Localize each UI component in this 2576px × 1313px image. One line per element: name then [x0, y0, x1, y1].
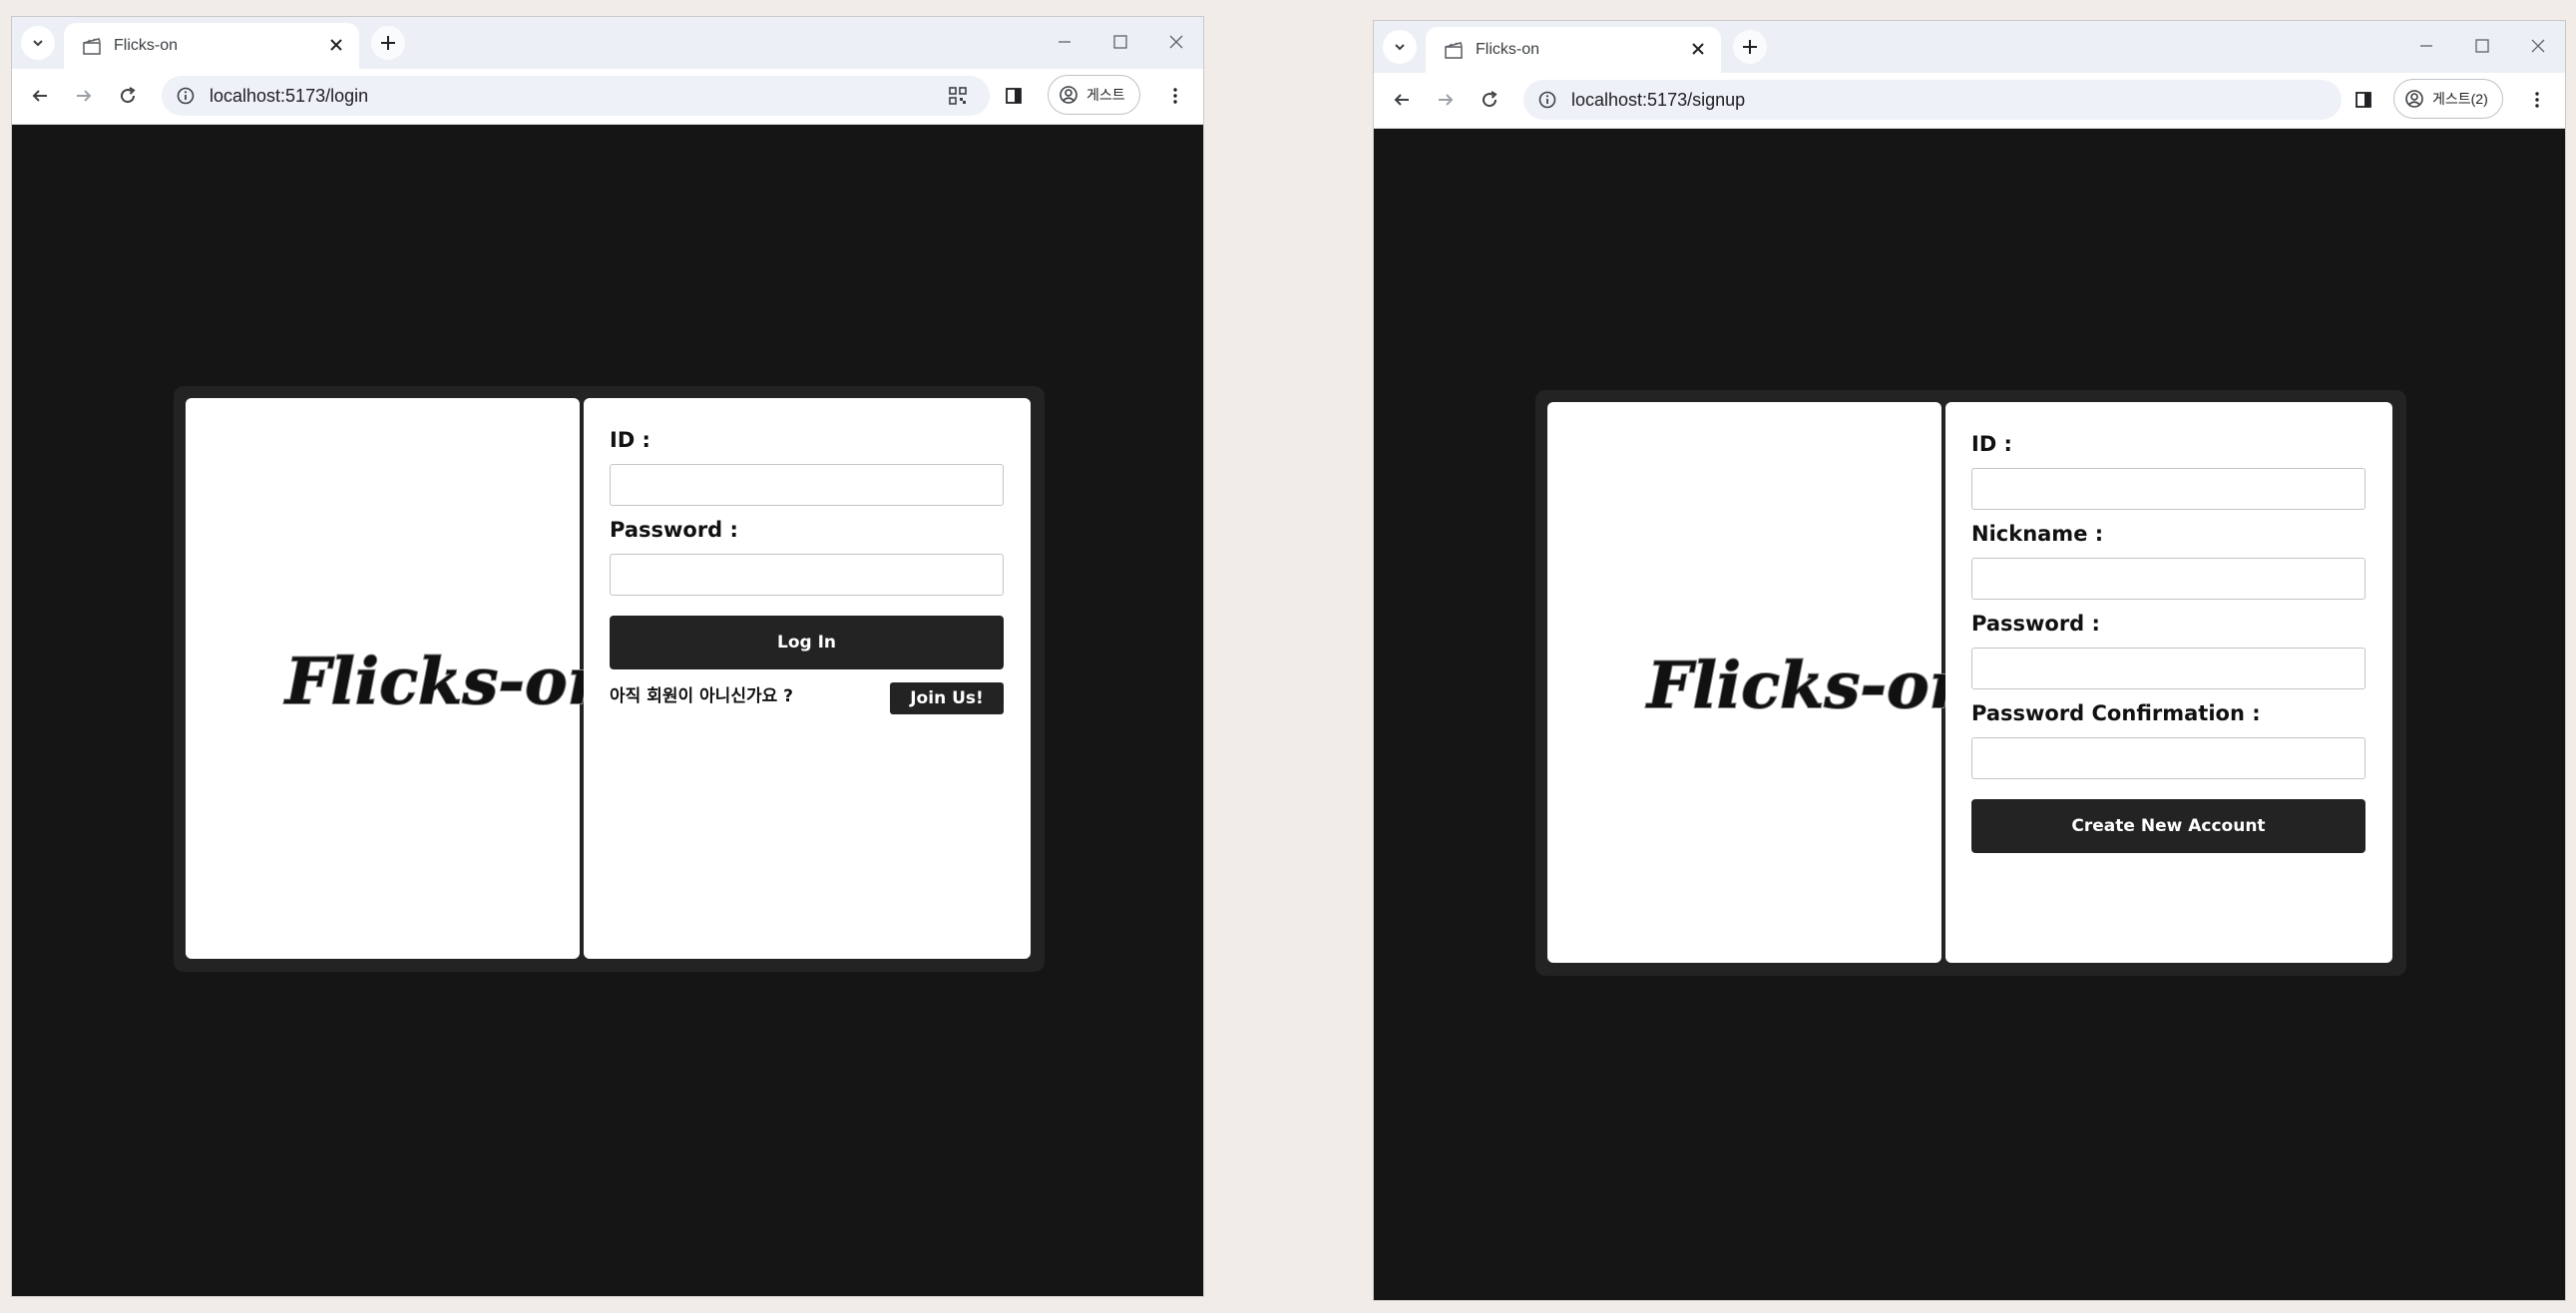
reload-icon: [121, 87, 136, 104]
id-label: ID :: [1971, 432, 2012, 456]
login-form-panel: ID : Password : Log In 아직 회원이 아니신가요 ? Jo…: [584, 398, 1031, 959]
new-tab-button[interactable]: [371, 26, 405, 60]
password-confirm-input[interactable]: [1971, 737, 2365, 779]
toolbar: localhost:5173/login 게스트: [12, 69, 1203, 125]
clapperboard-icon: [1445, 42, 1463, 59]
reload-button[interactable]: [1476, 86, 1503, 114]
password-input[interactable]: [1971, 648, 2365, 689]
menu-button[interactable]: [2523, 86, 2551, 114]
login-button[interactable]: Log In: [610, 616, 1004, 669]
tab-title: Flicks-on: [114, 37, 179, 54]
password-confirm-label: Password Confirmation :: [1971, 701, 2261, 725]
close-icon[interactable]: [325, 34, 347, 56]
back-icon: [1394, 94, 1409, 106]
address-bar[interactable]: localhost:5173/login: [162, 76, 990, 116]
join-button[interactable]: Join Us!: [890, 682, 1004, 714]
login-card: Flicks-on ID : Password : Log In 아직 회원이 …: [174, 386, 1045, 972]
brand-logo: Flicks-on: [1547, 402, 1976, 963]
id-input[interactable]: [610, 464, 1004, 506]
kebab-menu-icon: [2535, 92, 2539, 108]
back-icon: [32, 90, 47, 102]
signup-prompt: 아직 회원이 아니신가요 ?: [610, 686, 794, 706]
forward-button[interactable]: [1432, 86, 1460, 114]
qr-button[interactable]: [944, 82, 972, 110]
address-bar[interactable]: localhost:5173/signup: [1523, 80, 2342, 120]
clapperboard-icon: [83, 38, 101, 55]
profile-button[interactable]: 게스트: [1048, 75, 1140, 115]
forward-button[interactable]: [70, 82, 98, 110]
side-panel-icon: [1006, 88, 1022, 104]
signup-form-panel: ID : Nickname : Password : Password Conf…: [1945, 402, 2392, 963]
logo-panel: Flicks-on: [186, 398, 615, 959]
profile-label: 게스트(2): [2432, 91, 2488, 107]
kebab-menu-icon: [1173, 88, 1177, 104]
new-tab-button[interactable]: [1733, 30, 1767, 64]
url-text: localhost:5173/login: [210, 86, 369, 106]
create-account-button[interactable]: Create New Account: [1971, 799, 2365, 853]
side-panel-button[interactable]: [2350, 86, 2377, 114]
tab-flicks-on[interactable]: Flicks-on: [1426, 27, 1721, 73]
logo-panel: Flicks-on: [1547, 402, 1976, 963]
tab-title: Flicks-on: [1476, 41, 1540, 58]
logo-text: Flicks-on: [1645, 649, 1975, 723]
browser-window-signup: Flicks-on localhost:5173/signup 게스트(2) F…: [1373, 20, 2566, 1301]
toolbar: localhost:5173/signup 게스트(2): [1374, 73, 2565, 129]
maximize-icon[interactable]: [2471, 35, 2493, 57]
profile-icon: [2405, 90, 2423, 108]
nickname-input[interactable]: [1971, 558, 2365, 600]
close-icon[interactable]: [1687, 38, 1709, 60]
tab-flicks-on[interactable]: Flicks-on: [64, 23, 359, 69]
side-panel-icon: [2356, 92, 2371, 108]
browser-window-login: Flicks-on localhost:5173/login 게스트 Flick…: [11, 16, 1204, 1297]
close-window-icon[interactable]: [2527, 35, 2549, 57]
page-content: Flicks-on ID : Password : Log In 아직 회원이 …: [12, 125, 1203, 1296]
tab-search-button[interactable]: [21, 26, 55, 60]
tab-strip: Flicks-on: [1374, 21, 2565, 73]
plus-icon: [381, 36, 395, 50]
forward-icon: [1439, 94, 1454, 106]
minimize-icon[interactable]: [1054, 31, 1075, 53]
id-input[interactable]: [1971, 468, 2365, 510]
logo-text: Flicks-on: [283, 645, 614, 719]
profile-label: 게스트: [1086, 87, 1125, 103]
minimize-icon[interactable]: [2415, 35, 2437, 57]
plus-icon: [1743, 40, 1757, 54]
password-label: Password :: [1971, 612, 2100, 636]
tab-search-icon: [1395, 44, 1405, 51]
profile-button[interactable]: 게스트(2): [2393, 79, 2503, 119]
signup-card: Flicks-on ID : Nickname : Password : Pas…: [1535, 390, 2406, 976]
id-label: ID :: [610, 428, 650, 452]
page-content: Flicks-on ID : Nickname : Password : Pas…: [1374, 129, 2565, 1300]
info-icon[interactable]: [176, 86, 196, 106]
tab-strip: Flicks-on: [12, 17, 1203, 69]
back-button[interactable]: [1388, 86, 1416, 114]
password-input[interactable]: [610, 554, 1004, 596]
reload-button[interactable]: [114, 82, 142, 110]
forward-icon: [77, 90, 92, 102]
url-text: localhost:5173/signup: [1571, 90, 1746, 110]
reload-icon: [1483, 91, 1498, 108]
info-icon[interactable]: [1537, 90, 1557, 110]
qr-code-icon: [949, 87, 967, 105]
password-label: Password :: [610, 518, 738, 542]
profile-icon: [1060, 86, 1077, 104]
side-panel-button[interactable]: [1000, 82, 1028, 110]
back-button[interactable]: [26, 82, 54, 110]
close-window-icon[interactable]: [1165, 31, 1187, 53]
tab-search-icon: [33, 40, 43, 47]
brand-logo: Flicks-on: [186, 398, 615, 959]
nickname-label: Nickname :: [1971, 522, 2104, 546]
menu-button[interactable]: [1161, 82, 1189, 110]
tab-search-button[interactable]: [1383, 30, 1417, 64]
maximize-icon[interactable]: [1109, 31, 1131, 53]
